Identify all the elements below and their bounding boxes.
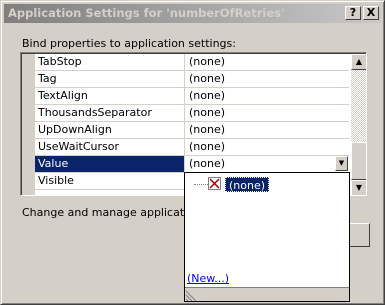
dropdown-button[interactable]: ▼	[335, 156, 348, 171]
property-name: Value	[35, 156, 185, 172]
grid-gutter	[22, 54, 35, 195]
property-row-value[interactable]: Value (none) ▼	[35, 156, 349, 173]
title-bar[interactable]: Application Settings for 'numberOfRetrie…	[4, 4, 381, 23]
property-name: Tag	[35, 71, 185, 87]
property-row-tabstop[interactable]: TabStop (none)	[35, 54, 349, 71]
property-row-tag[interactable]: Tag (none)	[35, 71, 349, 88]
red-x-icon	[208, 177, 221, 190]
tree-connector-line	[194, 184, 208, 185]
property-name: TextAlign	[35, 88, 185, 104]
dialog-button-partial[interactable]	[350, 223, 370, 247]
vertical-scrollbar[interactable]: ▲ ▼	[351, 54, 366, 195]
property-value[interactable]: (none)	[186, 139, 349, 155]
scroll-thumb[interactable]	[351, 142, 366, 180]
property-value[interactable]: (none)	[186, 54, 349, 70]
scroll-down-icon: ▼	[355, 183, 363, 192]
resize-grip-icon[interactable]	[186, 289, 198, 301]
property-row-usewaitcursor[interactable]: UseWaitCursor (none)	[35, 139, 349, 156]
scroll-down-button[interactable]: ▼	[351, 180, 366, 195]
property-row-thousandsseparator[interactable]: ThousandsSeparator (none)	[35, 105, 349, 122]
property-name: ThousandsSeparator	[35, 105, 185, 121]
scroll-up-icon: ▲	[355, 57, 363, 66]
property-name: Visible	[35, 173, 185, 189]
window-title: Application Settings for 'numberOfRetrie…	[8, 6, 285, 20]
property-row-textalign[interactable]: TextAlign (none)	[35, 88, 349, 105]
property-value[interactable]: (none)	[186, 71, 349, 87]
property-value[interactable]: (none)	[186, 88, 349, 104]
none-option[interactable]: (none)	[225, 177, 270, 192]
popup-resize-bar	[185, 287, 349, 301]
close-button[interactable]: X	[363, 6, 379, 20]
new-setting-link[interactable]: (New...)	[187, 272, 229, 285]
property-name: TabStop	[35, 54, 185, 70]
bind-properties-label: Bind properties to application settings:	[22, 37, 236, 50]
property-name: UseWaitCursor	[35, 139, 185, 155]
property-row-updownalign[interactable]: UpDownAlign (none)	[35, 122, 349, 139]
help-button[interactable]: ?	[345, 6, 361, 20]
property-value[interactable]: (none)	[186, 122, 349, 138]
property-name: UpDownAlign	[35, 122, 185, 138]
dropdown-popup: (none) (New...)	[184, 172, 350, 302]
property-value[interactable]: (none)	[186, 105, 349, 121]
property-value[interactable]: (none)	[186, 156, 349, 172]
scroll-up-button[interactable]: ▲	[351, 54, 366, 70]
chevron-down-icon: ▼	[338, 159, 345, 167]
